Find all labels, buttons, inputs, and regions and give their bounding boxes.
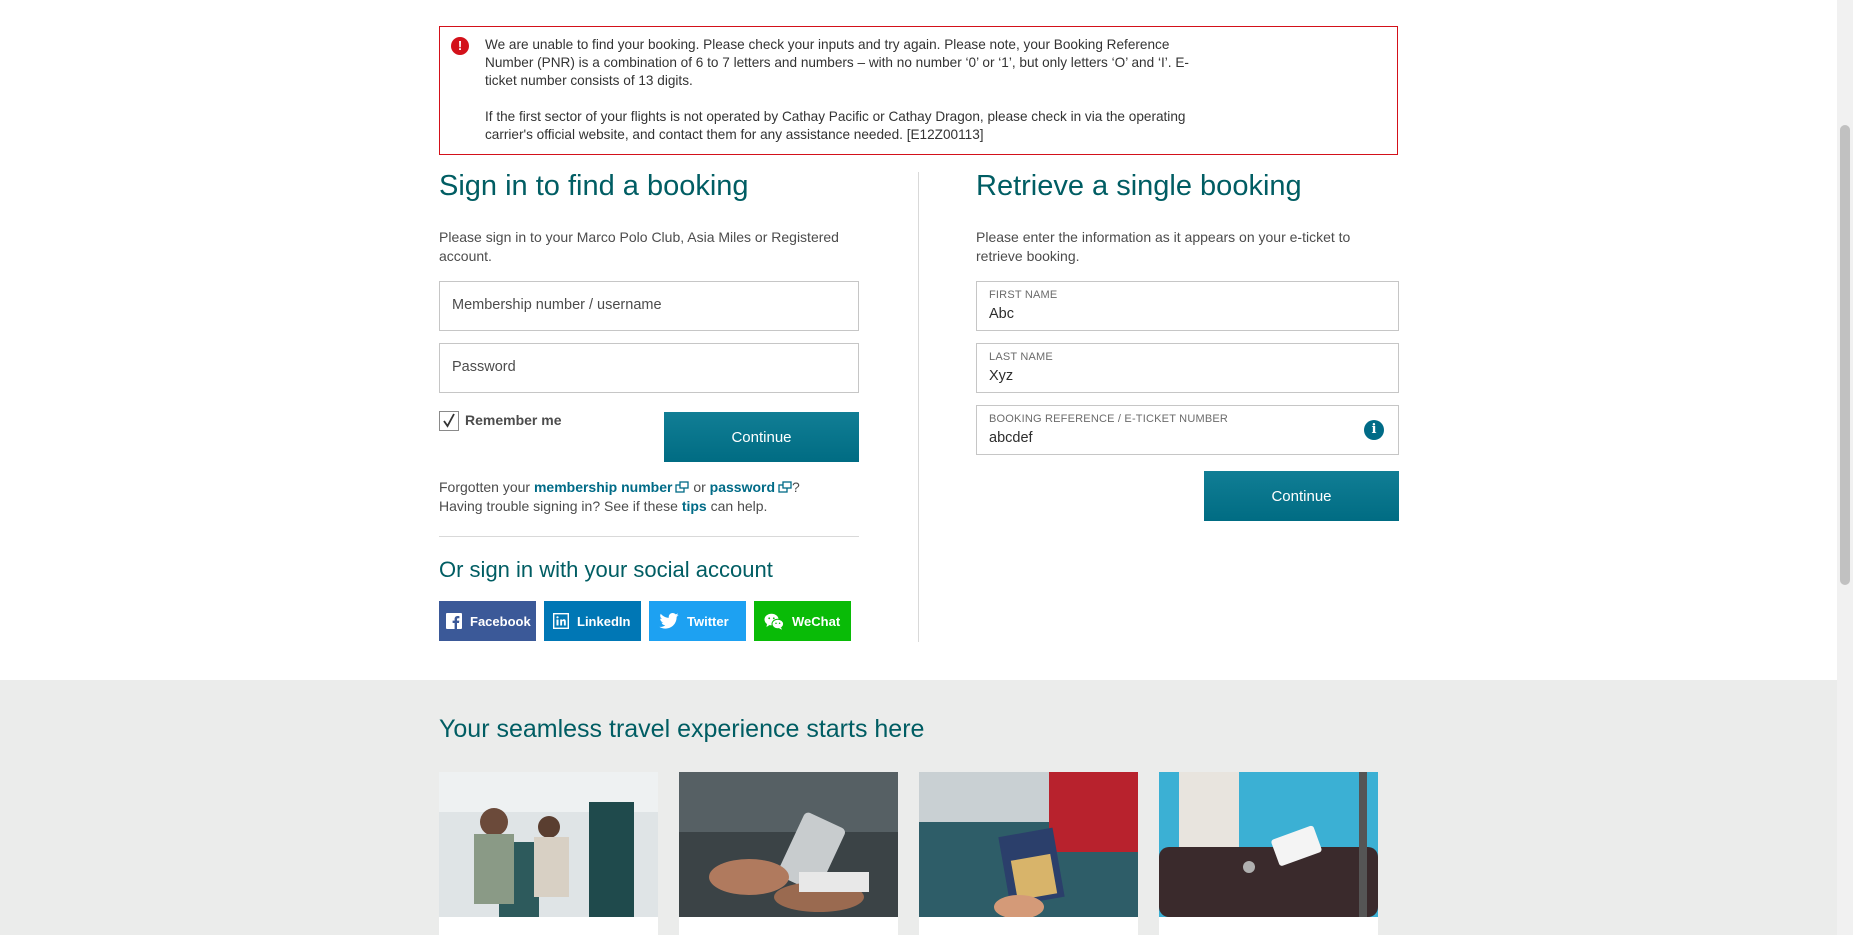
trouble-suffix: can help.: [710, 498, 768, 514]
password-link[interactable]: password: [710, 479, 792, 495]
mobile-phone-image: [679, 772, 898, 917]
experience-card[interactable]: [919, 772, 1138, 935]
retrieve-title: Retrieve a single booking: [976, 170, 1302, 202]
signin-description: Please sign in to your Marco Polo Club, …: [439, 229, 839, 264]
scrollbar-thumb[interactable]: [1840, 125, 1850, 585]
first-name-value: Abc: [989, 306, 1014, 322]
error-alert: ! We are unable to find your booking. Pl…: [439, 26, 1398, 155]
booking-reference-field[interactable]: BOOKING REFERENCE / E-TICKET NUMBER abcd…: [976, 405, 1399, 455]
booking-reference-label: BOOKING REFERENCE / E-TICKET NUMBER: [989, 413, 1229, 425]
social-title: Or sign in with your social account: [439, 557, 773, 582]
error-line-2: If the first sector of your flights is n…: [485, 109, 1186, 142]
wechat-label: WeChat: [792, 613, 841, 629]
signin-help-text: Forgotten your membership number or pass…: [439, 478, 879, 516]
question-mark: ?: [792, 479, 800, 495]
remember-me-checkbox[interactable]: [439, 411, 459, 431]
or-text: or: [693, 479, 706, 495]
password-link-label: password: [709, 479, 776, 495]
cabin-passengers-image: [439, 772, 658, 917]
experience-card[interactable]: [439, 772, 658, 935]
wechat-icon: [764, 613, 784, 630]
facebook-icon: [446, 613, 462, 629]
username-placeholder: Membership number / username: [452, 297, 662, 313]
membership-number-link[interactable]: membership number: [533, 479, 690, 495]
error-message: We are unable to find your booking. Plea…: [485, 36, 1205, 162]
twitter-button[interactable]: Twitter: [649, 601, 746, 641]
twitter-label: Twitter: [687, 613, 729, 629]
wechat-button[interactable]: WeChat: [754, 601, 851, 641]
signin-title: Sign in to find a booking: [439, 170, 749, 202]
password-input[interactable]: Password: [439, 343, 859, 393]
column-divider: [918, 172, 919, 642]
last-name-label: LAST NAME: [989, 351, 1053, 363]
facebook-label: Facebook: [470, 613, 531, 629]
check-in-counter-image: [919, 772, 1138, 919]
luggage-image: [1159, 772, 1378, 917]
first-name-label: FIRST NAME: [989, 289, 1058, 301]
experience-card[interactable]: [679, 772, 898, 935]
linkedin-label: LinkedIn: [577, 613, 631, 629]
experience-title: Your seamless travel experience starts h…: [439, 715, 925, 743]
password-placeholder: Password: [452, 359, 516, 375]
last-name-field[interactable]: LAST NAME Xyz: [976, 343, 1399, 393]
error-icon: !: [451, 37, 469, 55]
last-name-value: Xyz: [989, 368, 1014, 384]
external-window-icon: [675, 481, 690, 493]
booking-reference-value: abcdef: [989, 430, 1033, 446]
membership-number-link-label: membership number: [533, 479, 673, 495]
signin-continue-button[interactable]: Continue: [664, 412, 859, 462]
retrieve-description: Please enter the information as it appea…: [976, 229, 1351, 264]
external-window-icon: [778, 481, 792, 493]
checkmark-icon: [443, 413, 455, 428]
retrieve-continue-button[interactable]: Continue: [1204, 471, 1399, 521]
linkedin-icon: [553, 613, 569, 629]
tips-link[interactable]: tips: [682, 498, 707, 514]
username-input[interactable]: Membership number / username: [439, 281, 859, 331]
info-icon[interactable]: i: [1364, 420, 1384, 440]
twitter-icon: [659, 613, 679, 629]
trouble-prefix: Having trouble signing in? See if these: [439, 498, 678, 514]
error-line-1: We are unable to find your booking. Plea…: [485, 37, 1189, 88]
remember-me-label[interactable]: Remember me: [465, 412, 562, 428]
facebook-button[interactable]: Facebook: [439, 601, 536, 641]
linkedin-button[interactable]: LinkedIn: [544, 601, 641, 641]
forgot-prefix: Forgotten your: [439, 479, 531, 495]
divider: [439, 536, 859, 537]
experience-card[interactable]: [1159, 772, 1378, 935]
first-name-field[interactable]: FIRST NAME Abc: [976, 281, 1399, 331]
